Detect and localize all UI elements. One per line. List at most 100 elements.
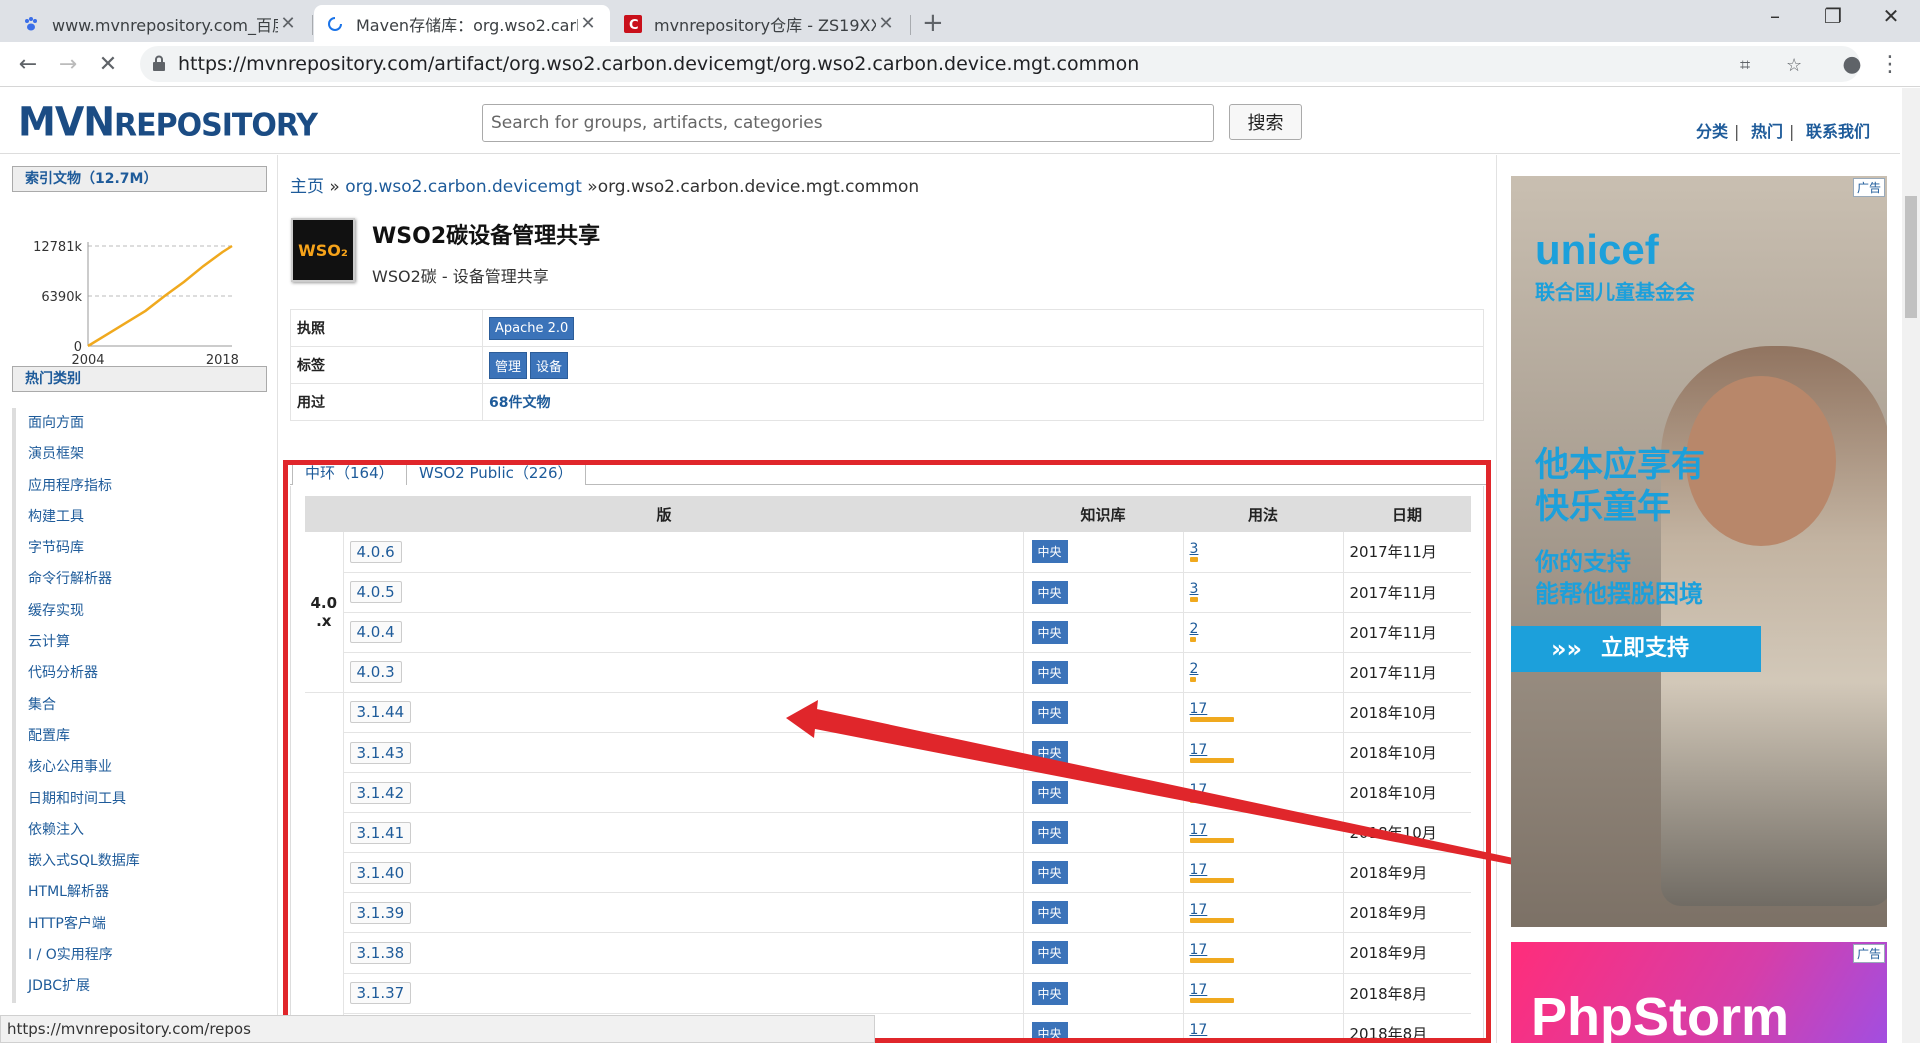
repo-badge[interactable]: 中央 — [1031, 540, 1068, 564]
nav-categories-link[interactable]: 分类 — [1696, 122, 1728, 141]
version-link[interactable]: 4.0.5 — [349, 581, 402, 604]
close-tab-icon[interactable]: ✕ — [876, 13, 896, 34]
browser-tab-2[interactable]: Maven存储库：org.wso2.carbo ✕ — [314, 5, 610, 42]
close-window-icon[interactable]: ✕ — [1871, 4, 1911, 28]
category-list: 面向方面 演员框架 应用程序指标 构建工具 字节码库 命令行解析器 缓存实现 云计算 代码分析器… — [12, 408, 267, 1003]
category-link[interactable]: I / O实用程序 — [16, 940, 267, 971]
category-link[interactable]: 缓存实现 — [16, 596, 267, 627]
category-link[interactable]: 依赖注入 — [16, 815, 267, 846]
repo-badge[interactable]: 中央 — [1031, 580, 1068, 604]
ad-label[interactable]: 广告 — [1852, 178, 1885, 197]
tab-central[interactable]: 中环（164） — [292, 461, 407, 485]
ad-label[interactable]: 广告 — [1852, 944, 1885, 963]
support-now-button[interactable]: »» 立即支持 — [1511, 626, 1761, 672]
version-link[interactable]: 4.0.4 — [349, 621, 402, 644]
category-link[interactable]: 嵌入式SQL数据库 — [16, 846, 267, 877]
search-input[interactable] — [482, 104, 1214, 142]
category-link[interactable]: 构建工具 — [16, 502, 267, 533]
category-link[interactable]: 命令行解析器 — [16, 564, 267, 595]
stop-loading-icon[interactable]: ✕ — [94, 50, 122, 78]
usage-bar — [1189, 597, 1198, 603]
repo-badge[interactable]: 中央 — [1031, 901, 1068, 925]
used-by-link[interactable]: 68件文物 — [489, 395, 550, 411]
repo-badge[interactable]: 中央 — [1031, 620, 1068, 644]
maximize-icon[interactable]: ❐ — [1813, 4, 1853, 28]
nav-popular-link[interactable]: 热门 — [1751, 122, 1783, 141]
tag-badge[interactable]: 管理 — [489, 351, 528, 379]
address-bar[interactable]: https://mvnrepository.com/artifact/org.w… — [140, 46, 1860, 82]
repo-badge[interactable]: 中央 — [1031, 1021, 1068, 1043]
unicef-ad[interactable]: 广告 unicef 联合国儿童基金会 他本应享有 快乐童年 你的支持 能帮他摆脱困境… — [1511, 176, 1887, 927]
translate-icon[interactable]: ⌗ — [1740, 55, 1750, 76]
usage-link[interactable]: 17 — [1190, 1023, 1343, 1037]
version-link[interactable]: 4.0.3 — [349, 661, 402, 684]
repo-badge[interactable]: 中央 — [1031, 781, 1068, 805]
usage-link[interactable]: 3 — [1190, 542, 1343, 556]
category-link[interactable]: 演员框架 — [16, 439, 267, 470]
repo-badge[interactable]: 中央 — [1031, 660, 1068, 684]
close-tab-icon[interactable]: ✕ — [578, 13, 598, 34]
phpstorm-ad[interactable]: 广告 PhpStorm — [1511, 942, 1887, 1043]
category-link[interactable]: 面向方面 — [16, 408, 267, 439]
repo-badge[interactable]: 中央 — [1031, 700, 1068, 724]
nav-contact-link[interactable]: 联系我们 — [1806, 122, 1870, 141]
page-scrollbar[interactable] — [1902, 88, 1920, 1043]
category-link[interactable]: 日期和时间工具 — [16, 784, 267, 815]
usage-link[interactable]: 2 — [1190, 622, 1343, 636]
browser-tab-3[interactable]: C mvnrepository仓库 - ZS19XX - ✕ — [612, 5, 908, 42]
menu-dots-icon[interactable]: ⋮ — [1876, 50, 1904, 78]
version-link[interactable]: 3.1.41 — [349, 821, 412, 844]
repo-badge[interactable]: 中央 — [1031, 821, 1068, 845]
category-link[interactable]: 代码分析器 — [16, 658, 267, 689]
usage-link[interactable]: 17 — [1190, 983, 1343, 997]
category-link[interactable]: 核心公用事业 — [16, 752, 267, 783]
close-tab-icon[interactable]: ✕ — [278, 13, 298, 34]
repo-badge[interactable]: 中央 — [1031, 741, 1068, 765]
license-badge[interactable]: Apache 2.0 — [489, 316, 575, 340]
version-link[interactable]: 3.1.43 — [349, 741, 412, 764]
version-link[interactable]: 3.1.37 — [349, 982, 412, 1005]
breadcrumb-group[interactable]: org.wso2.carbon.devicemgt — [345, 177, 582, 197]
usage-link[interactable]: 17 — [1190, 903, 1343, 917]
version-link[interactable]: 4.0.6 — [349, 540, 402, 563]
category-link[interactable]: 字节码库 — [16, 533, 267, 564]
version-link[interactable]: 3.1.42 — [349, 781, 412, 804]
usage-link[interactable]: 17 — [1190, 743, 1343, 757]
mvnrepository-logo[interactable]: MVNREPOSITORY — [18, 99, 318, 145]
usage-link[interactable]: 17 — [1190, 702, 1343, 716]
repo-badge[interactable]: 中央 — [1031, 981, 1068, 1005]
profile-icon[interactable]: ● — [1838, 50, 1866, 78]
breadcrumb-home[interactable]: 主页 — [290, 177, 324, 197]
tag-badge[interactable]: 设备 — [530, 351, 569, 379]
release-date: 2018年10月 — [1343, 772, 1471, 814]
browser-toolbar: ← → ✕ https://mvnrepository.com/artifact… — [0, 42, 1920, 87]
version-link[interactable]: 3.1.39 — [349, 901, 412, 924]
forward-icon[interactable]: → — [54, 50, 82, 78]
tab-wso2-public[interactable]: WSO2 Public（226） — [406, 461, 586, 485]
usage-bar — [1189, 1038, 1234, 1043]
category-link[interactable]: 应用程序指标 — [16, 471, 267, 502]
category-link[interactable]: HTML解析器 — [16, 877, 267, 908]
category-link[interactable]: HTTP客户端 — [16, 909, 267, 940]
category-link[interactable]: 云计算 — [16, 627, 267, 658]
browser-tab-1[interactable]: www.mvnrepository.com_百度 ✕ — [10, 5, 310, 42]
search-button[interactable]: 搜索 — [1229, 104, 1302, 140]
usage-link[interactable]: 17 — [1190, 863, 1343, 877]
category-link[interactable]: 配置库 — [16, 721, 267, 752]
usage-link[interactable]: 3 — [1190, 582, 1343, 596]
usage-link[interactable]: 17 — [1190, 823, 1343, 837]
repo-badge[interactable]: 中央 — [1031, 861, 1068, 885]
repo-badge[interactable]: 中央 — [1031, 941, 1068, 965]
back-icon[interactable]: ← — [14, 50, 42, 78]
category-link[interactable]: 集合 — [16, 690, 267, 721]
version-link[interactable]: 3.1.40 — [349, 861, 412, 884]
usage-link[interactable]: 17 — [1190, 783, 1343, 797]
category-link[interactable]: JDBC扩展 — [16, 971, 267, 1002]
new-tab-button[interactable]: + — [922, 8, 944, 38]
usage-link[interactable]: 17 — [1190, 943, 1343, 957]
bookmark-star-icon[interactable]: ☆ — [1786, 55, 1802, 76]
minimize-icon[interactable]: – — [1755, 4, 1795, 28]
version-link[interactable]: 3.1.44 — [349, 701, 412, 724]
usage-link[interactable]: 2 — [1190, 662, 1343, 676]
version-link[interactable]: 3.1.38 — [349, 941, 412, 964]
